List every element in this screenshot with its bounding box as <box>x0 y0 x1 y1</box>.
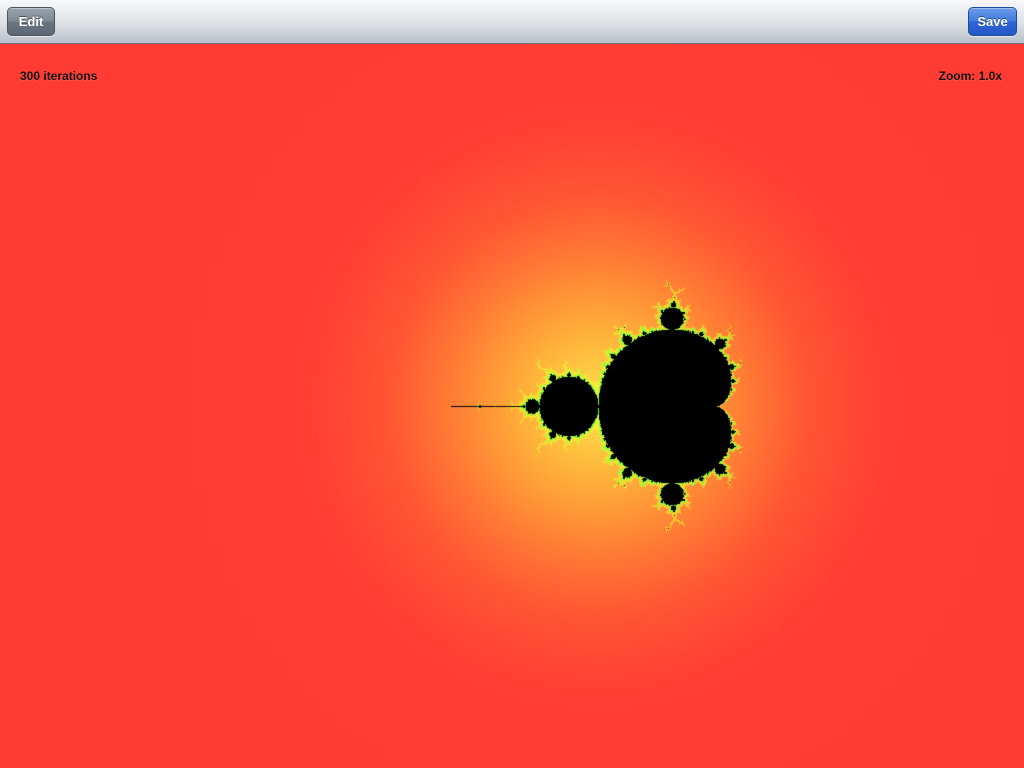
mandelbrot-canvas[interactable] <box>0 45 1024 768</box>
fractal-view[interactable]: 300 iterations Zoom: 1.0x <box>0 45 1024 768</box>
iterations-label: 300 iterations <box>20 69 98 83</box>
edit-button[interactable]: Edit <box>7 7 55 36</box>
save-button[interactable]: Save <box>968 7 1017 36</box>
zoom-label: Zoom: 1.0x <box>938 69 1002 83</box>
navigation-bar: Edit Save <box>0 0 1024 44</box>
